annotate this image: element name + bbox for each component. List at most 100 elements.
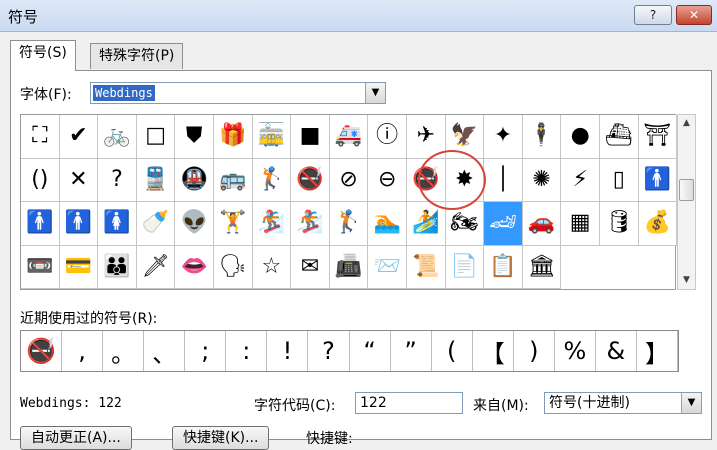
symbol-cell[interactable]: 🗡	[136, 245, 176, 289]
symbol-cell[interactable]: 🏌	[329, 202, 369, 246]
scroll-thumb[interactable]	[679, 179, 694, 201]
recent-symbol-cell[interactable]: 。	[103, 331, 145, 371]
symbol-cell[interactable]: 🕴	[522, 115, 562, 159]
symbol-cell[interactable]: │	[484, 158, 523, 202]
symbol-cell[interactable]: 🏂	[252, 202, 292, 246]
recent-symbol-cell[interactable]: 、	[144, 331, 186, 371]
close-button[interactable]: ✕	[676, 5, 712, 25]
symbol-cell[interactable]: ⛴	[600, 115, 639, 159]
symbol-cell[interactable]: 🏋	[214, 202, 253, 246]
recent-symbol-cell[interactable]: !	[267, 331, 309, 371]
symbol-cell[interactable]: ?	[98, 158, 137, 202]
symbol-cell[interactable]: ✸	[445, 158, 485, 202]
recent-symbol-cell[interactable]: ,	[62, 331, 104, 371]
recent-symbol-cell[interactable]: 【	[473, 331, 514, 371]
from-select[interactable]: 符号(十进制) ▼	[544, 392, 702, 414]
symbol-cell[interactable]: 📄	[445, 245, 485, 289]
symbol-cell[interactable]: ()	[21, 158, 60, 202]
symbol-cell[interactable]: 🏊	[368, 202, 407, 246]
tab-symbols[interactable]: 符号(S)	[10, 40, 76, 71]
symbol-cell[interactable]: ■	[291, 115, 330, 159]
help-button[interactable]: ?	[634, 5, 672, 25]
symbol-cell[interactable]: 📠	[329, 245, 369, 289]
symbol-cell[interactable]: ▦	[561, 202, 600, 246]
symbol-cell[interactable]: 🏍	[445, 202, 485, 246]
symbol-cell[interactable]: ✉	[291, 245, 330, 289]
from-label: 来自(M):	[473, 398, 529, 414]
chevron-down-icon[interactable]: ▼	[681, 393, 701, 413]
symbol-cell[interactable]: 🦅	[445, 115, 485, 159]
symbol-cell[interactable]: 📨	[368, 245, 407, 289]
symbol-cell[interactable]: 🚹	[638, 158, 678, 202]
symbol-cell[interactable]: ⓘ	[368, 115, 407, 159]
recent-symbol-cell[interactable]: (	[432, 331, 473, 371]
symbol-cell[interactable]: 🎁	[214, 115, 253, 159]
symbol-cell[interactable]: 🚋	[252, 115, 292, 159]
symbol-cell[interactable]: ✈	[407, 115, 446, 159]
symbol-cell[interactable]: 💰	[638, 202, 678, 246]
font-select[interactable]: Webdings ▼	[90, 82, 386, 104]
recent-symbol-cell[interactable]: )	[514, 331, 555, 371]
symbol-cell[interactable]: 🚇	[175, 158, 214, 202]
recent-symbol-cell[interactable]: %	[555, 331, 596, 371]
symbol-cell[interactable]: 🚹	[21, 202, 60, 246]
symbol-cell[interactable]: 🍼	[136, 202, 176, 246]
symbol-cell[interactable]: ▯	[600, 158, 639, 202]
symbol-cell[interactable]: ⛩	[638, 115, 678, 159]
symbol-cell[interactable]: 🏌	[252, 158, 292, 202]
shortcut-key-button[interactable]: 快捷键(K)...	[172, 426, 270, 450]
recent-symbol-cell[interactable]: “	[350, 331, 391, 371]
recent-symbol-cell[interactable]: 🚭	[21, 331, 63, 371]
symbol-cell[interactable]: 🚌	[214, 158, 253, 202]
character-code-input[interactable]: 122	[355, 392, 463, 414]
scroll-down-icon[interactable]: ▼	[678, 272, 695, 289]
recent-symbol-cell[interactable]: 】	[637, 331, 678, 371]
recent-symbol-cell[interactable]: :	[226, 331, 268, 371]
symbol-cell[interactable]: 🏂	[291, 202, 330, 246]
symbol-cell[interactable]: 🏛	[522, 245, 562, 289]
symbol-cell[interactable]: ✦	[484, 115, 523, 159]
symbol-cell[interactable]: 🚹	[59, 202, 99, 246]
symbol-cell[interactable]: ●	[561, 115, 600, 159]
recent-symbol-cell[interactable]: ”	[391, 331, 432, 371]
recent-symbol-cell[interactable]: ;	[185, 331, 227, 371]
recent-symbol-cell[interactable]: &	[596, 331, 637, 371]
symbol-cell[interactable]: 🚺	[98, 202, 137, 246]
symbol-cell[interactable]: 🚲	[98, 115, 137, 159]
scroll-up-icon[interactable]: ▲	[678, 115, 695, 132]
symbol-cell[interactable]: 👄	[175, 245, 214, 289]
symbol-cell[interactable]: ✔	[59, 115, 99, 159]
symbol-cell[interactable]: ✺	[522, 158, 562, 202]
symbol-cell[interactable]: ☆	[252, 245, 292, 289]
symbol-cell[interactable]: 👪	[98, 245, 137, 289]
symbol-cell[interactable]: 🗣	[214, 245, 253, 289]
symbol-cell[interactable]: 🏄	[407, 202, 446, 246]
symbol-cell[interactable]: 🚭	[407, 158, 446, 202]
symbol-cell[interactable]: 🏎	[484, 202, 523, 246]
symbol-cell[interactable]: ⊘	[329, 158, 369, 202]
symbol-cell[interactable]: 🛢	[600, 202, 639, 246]
symbol-cell[interactable]: 🚆	[136, 158, 176, 202]
recent-symbols-row: 🚭,。、;:!? “”(【)% &】	[20, 330, 679, 372]
symbol-cell[interactable]: ✕	[59, 158, 99, 202]
symbol-cell[interactable]: ⊖	[368, 158, 407, 202]
symbol-cell[interactable]: 💳	[59, 245, 99, 289]
window-title: 符号	[8, 8, 39, 26]
autocorrect-button[interactable]: 自动更正(A)...	[20, 426, 132, 450]
symbol-cell[interactable]: 🚗	[522, 202, 562, 246]
symbol-cell[interactable]: 📼	[21, 245, 60, 289]
symbol-cell[interactable]: 📋	[484, 245, 523, 289]
symbol-grid-scrollbar[interactable]: ▲ ▼	[677, 114, 696, 290]
chevron-down-icon[interactable]: ▼	[365, 83, 385, 103]
symbol-cell[interactable]: □	[136, 115, 176, 159]
symbol-cell[interactable]: 👽	[175, 202, 214, 246]
font-select-value: Webdings	[93, 85, 155, 101]
recent-symbol-cell[interactable]: ?	[308, 331, 350, 371]
symbol-cell[interactable]: ⛊	[175, 115, 214, 159]
symbol-cell[interactable]: ⛶	[21, 115, 60, 159]
symbol-cell[interactable]: 🚭	[291, 158, 330, 202]
symbol-cell[interactable]: ⚡	[561, 158, 600, 202]
symbol-cell[interactable]: 📜	[407, 245, 446, 289]
symbol-cell[interactable]: 🚑	[329, 115, 369, 159]
tab-special-characters[interactable]: 特殊字符(P)	[90, 43, 184, 69]
